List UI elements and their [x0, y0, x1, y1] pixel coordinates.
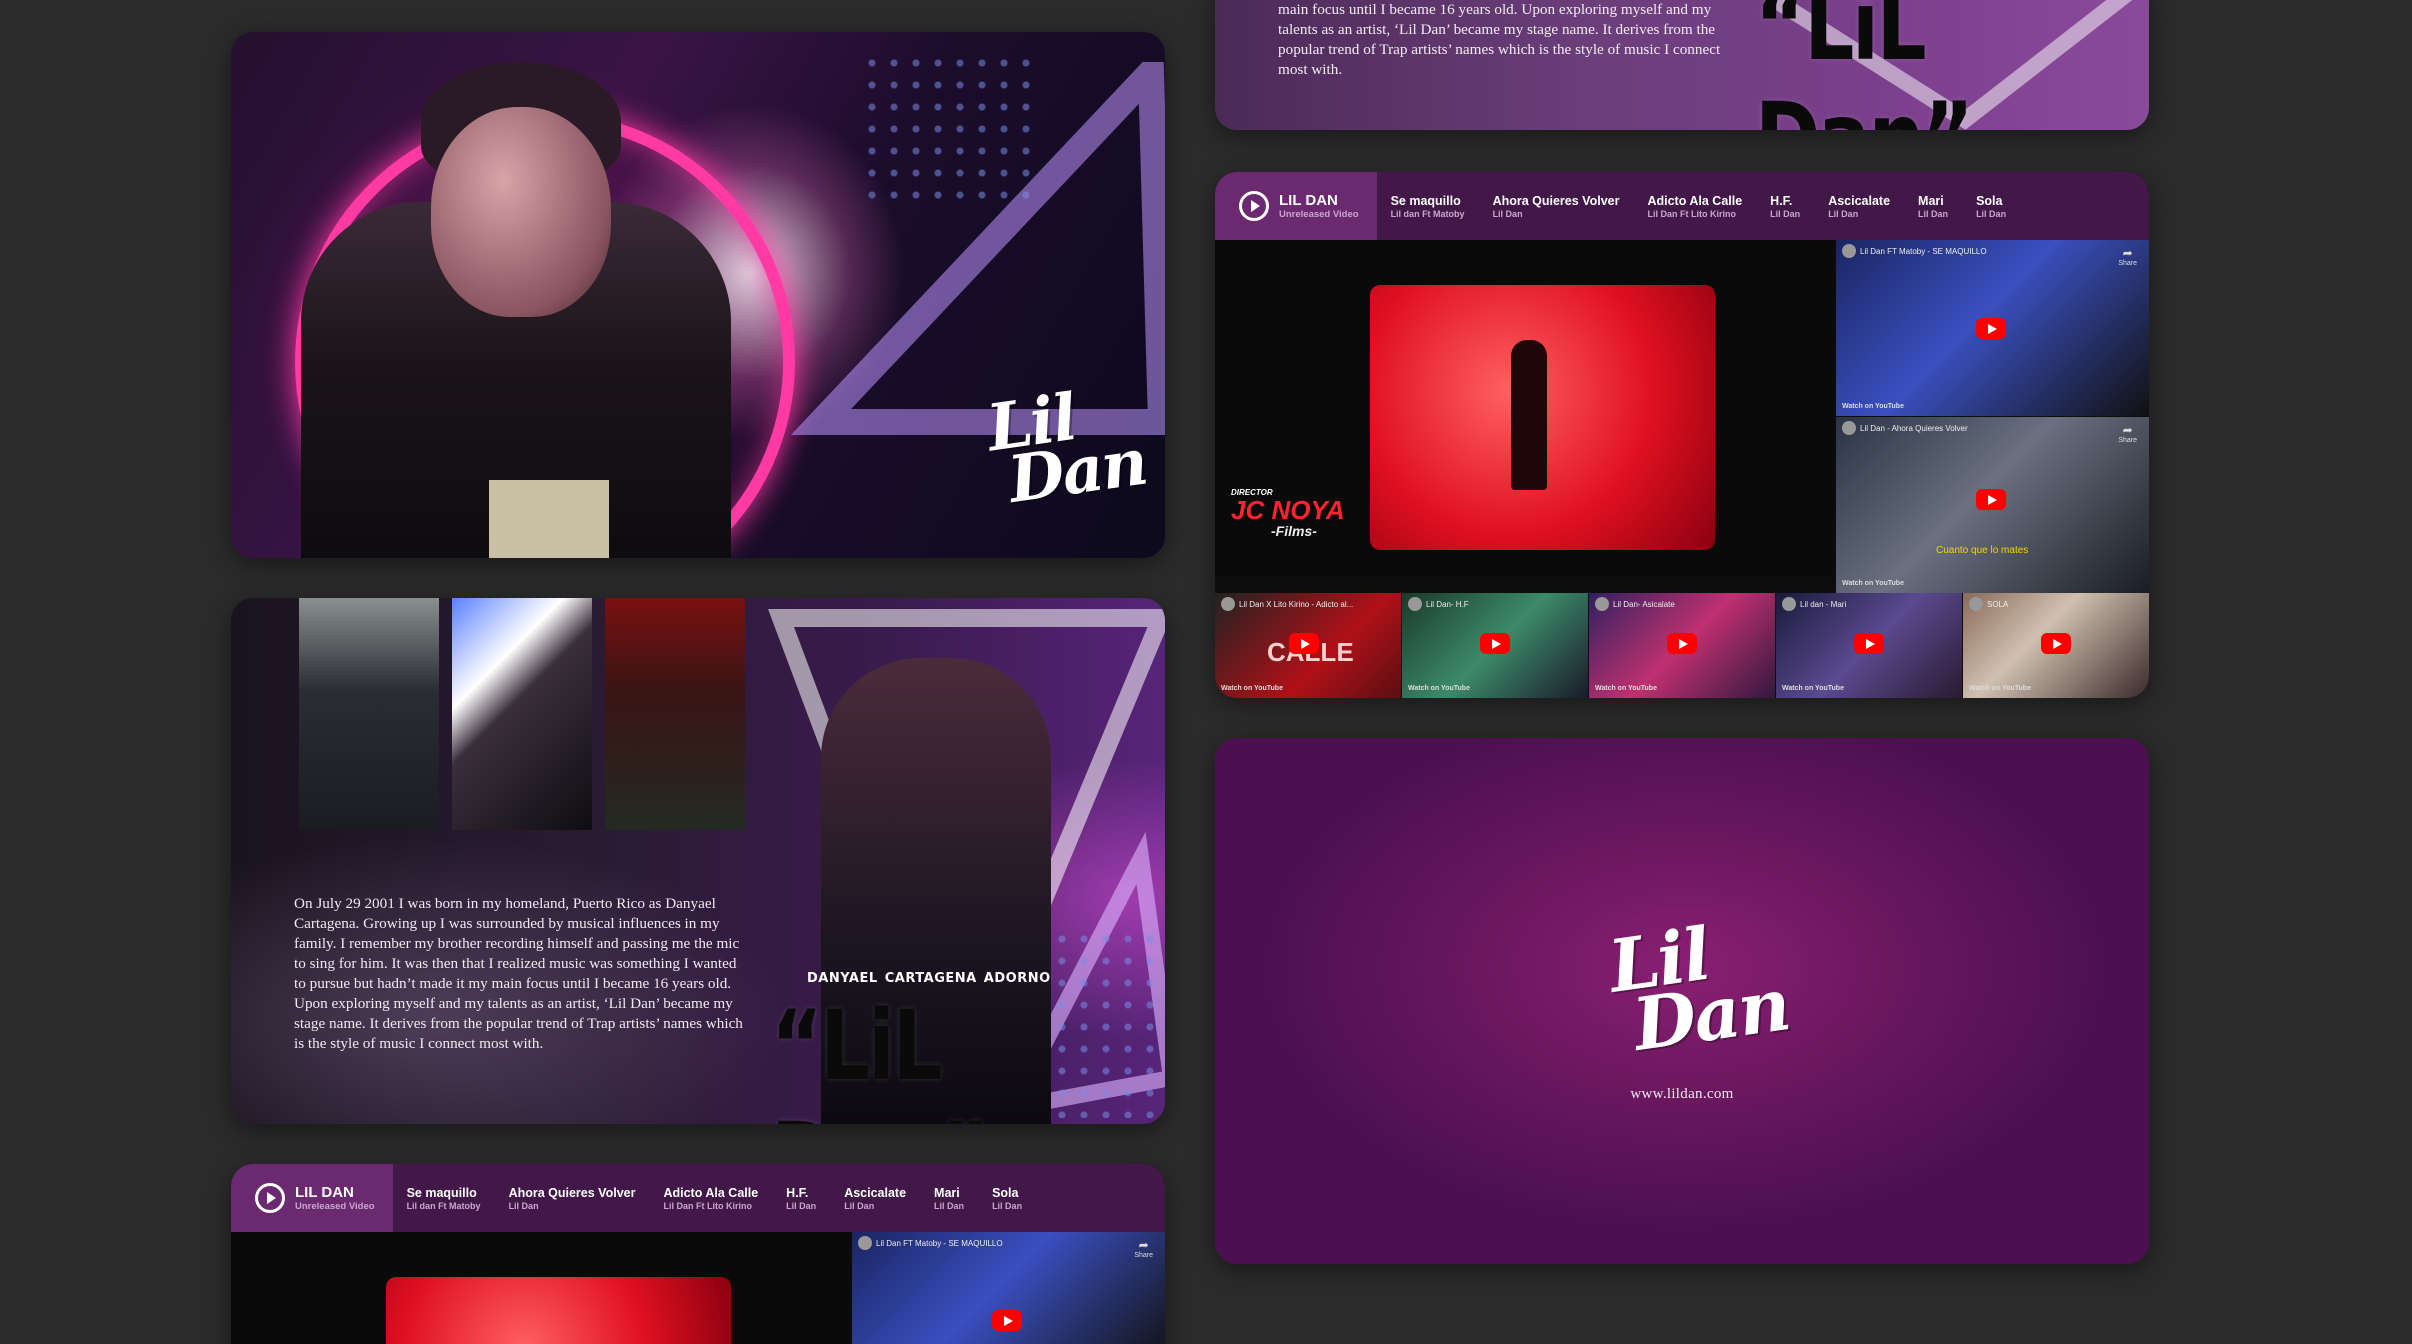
tab-ascicalate[interactable]: Ascicalate Lil Dan [1814, 193, 1904, 219]
lil-dan-logo: Lil Dan [982, 379, 1151, 519]
dancer-figure [1511, 340, 1547, 490]
channel-avatar [1782, 597, 1796, 611]
main-video-player[interactable] [231, 1232, 851, 1344]
youtube-play-icon[interactable] [2041, 633, 2071, 654]
dot-pattern [861, 52, 1031, 212]
video-tabs: LIL DAN Unreleased Video Se maquillo Lil … [1215, 172, 2149, 240]
stage-name: “LiL Dan” [771, 990, 990, 1124]
tab-hf[interactable]: H.F. Lil Dan [1756, 193, 1814, 219]
play-icon [1239, 191, 1269, 221]
channel-avatar [1842, 244, 1856, 258]
tab-mari[interactable]: Mari Lil Dan [920, 1185, 978, 1211]
website-link[interactable]: www.lildan.com [1215, 1086, 2149, 1103]
video-caption: Cuanto que lo mates [1936, 545, 2029, 556]
watch-on-youtube-link[interactable]: Watch on YouTube [1842, 403, 1904, 410]
bio-card: On July 29 2001 I was born in my homelan… [231, 598, 1165, 1124]
tab-se-maquillo[interactable]: Se maquillo Lil dan Ft Matoby [1377, 193, 1479, 219]
lil-dan-logo: Lil Dan [1603, 910, 1794, 1068]
artist-photo-2 [452, 598, 592, 830]
tab-title: LIL DAN [1279, 191, 1338, 209]
side-video-1[interactable]: Lil Dan FT Matoby - SE MAQUILLO ➦ Share W… [1836, 240, 2149, 416]
youtube-play-icon[interactable] [1976, 318, 2006, 339]
main-video-player[interactable]: DIRECTOR JC NOYA -Films- [1215, 240, 1835, 576]
logo-card: Lil Dan www.lildan.com [1215, 738, 2149, 1264]
share-button[interactable]: ➦ Share [1134, 1238, 1153, 1259]
stage-name: “LiL Dan” [1755, 0, 1974, 130]
artist-photo-1 [299, 598, 439, 830]
bottom-video-1[interactable]: Lil Dan X Lito Kirino - Adicto al... CAL… [1215, 593, 1401, 698]
play-icon [255, 1183, 285, 1213]
shirt-print [489, 480, 609, 558]
tab-adicto-ala-calle[interactable]: Adicto Ala Calle Lil Dan Ft Lito Kirino [649, 1185, 772, 1211]
youtube-play-icon[interactable] [992, 1310, 1022, 1331]
channel-avatar [1221, 597, 1235, 611]
tab-lil-dan[interactable]: LIL DAN Unreleased Video [1215, 172, 1377, 240]
youtube-play-icon[interactable] [1289, 633, 1319, 654]
bottom-video-2[interactable]: Lil Dan- H.F Watch on YouTube [1402, 593, 1588, 698]
watch-on-youtube-link[interactable]: Watch on YouTube [1408, 685, 1470, 692]
youtube-play-icon[interactable] [1976, 489, 2006, 510]
bottom-video-5[interactable]: SOLA Watch on YouTube [1963, 593, 2149, 698]
channel-avatar [1842, 421, 1856, 435]
tab-ascicalate[interactable]: Ascicalate Lil Dan [830, 1185, 920, 1211]
youtube-play-icon[interactable] [1854, 633, 1884, 654]
share-button[interactable]: ➦ Share [2118, 246, 2137, 267]
youtube-play-icon[interactable] [1667, 633, 1697, 654]
tab-lil-dan[interactable]: LIL DAN Unreleased Video [231, 1164, 393, 1232]
watch-on-youtube-link[interactable]: Watch on YouTube [1595, 685, 1657, 692]
bio-paragraph: On July 29 2001 I was born in my homelan… [294, 895, 743, 1052]
watch-on-youtube-link[interactable]: Watch on YouTube [1221, 685, 1283, 692]
director-credit: DIRECTOR JC NOYA -Films- [1231, 488, 1345, 539]
tab-se-maquillo[interactable]: Se maquillo Lil dan Ft Matoby [393, 1185, 495, 1211]
bottom-video-4[interactable]: Lil dan - Mari Watch on YouTube [1776, 593, 1962, 698]
hero-card: Lil Dan [231, 32, 1165, 558]
tab-adicto-ala-calle[interactable]: Adicto Ala Calle Lil Dan Ft Lito Kirino [1633, 193, 1756, 219]
tab-subtitle: Unreleased Video [295, 1200, 375, 1212]
watch-on-youtube-link[interactable]: Watch on YouTube [1842, 580, 1904, 587]
channel-avatar [1595, 597, 1609, 611]
video-tabs: LIL DAN Unreleased Video Se maquillo Lil … [231, 1164, 1165, 1232]
tab-mari[interactable]: Mari Lil Dan [1904, 193, 1962, 219]
side-video-1[interactable]: Lil Dan FT Matoby - SE MAQUILLO ➦ Share [852, 1232, 1165, 1344]
video-gallery-cropped: LIL DAN Unreleased Video Se maquillo Lil … [231, 1164, 1165, 1344]
youtube-play-icon[interactable] [1480, 633, 1510, 654]
watch-on-youtube-link[interactable]: Watch on YouTube [1782, 685, 1844, 692]
tab-ahora-quieres-volver[interactable]: Ahora Quieres Volver Lil Dan [1479, 193, 1634, 219]
video-scene [386, 1277, 731, 1344]
artist-photo-3 [605, 598, 745, 830]
share-button[interactable]: ➦ Share [2118, 423, 2137, 444]
tab-hf[interactable]: H.F. Lil Dan [772, 1185, 830, 1211]
bio-card-cropped: main focus until I became 16 years old. … [1215, 0, 2149, 130]
artist-face [431, 107, 611, 317]
side-video-2[interactable]: Lil Dan - Ahora Quieres Volver ➦ Share Cu… [1836, 417, 2149, 593]
watch-on-youtube-link[interactable]: Watch on YouTube [1969, 685, 2031, 692]
tab-title: LIL DAN [295, 1183, 354, 1201]
channel-avatar [858, 1236, 872, 1250]
tab-sola[interactable]: Sola Lil Dan [1962, 193, 2020, 219]
channel-avatar [1969, 597, 1983, 611]
bottom-video-3[interactable]: Lil Dan- Asicalate Watch on YouTube [1589, 593, 1775, 698]
tab-subtitle: Unreleased Video [1279, 208, 1359, 220]
tab-ahora-quieres-volver[interactable]: Ahora Quieres Volver Lil Dan [495, 1185, 650, 1211]
bio-paragraph-tail: main focus until I became 16 years old. … [1278, 1, 1721, 78]
tab-sola[interactable]: Sola Lil Dan [978, 1185, 1036, 1211]
artist-fullname: Danyael Cartagena Adorno [807, 965, 1051, 987]
video-gallery: LIL DAN Unreleased Video Se maquillo Lil … [1215, 172, 2149, 698]
channel-avatar [1408, 597, 1422, 611]
